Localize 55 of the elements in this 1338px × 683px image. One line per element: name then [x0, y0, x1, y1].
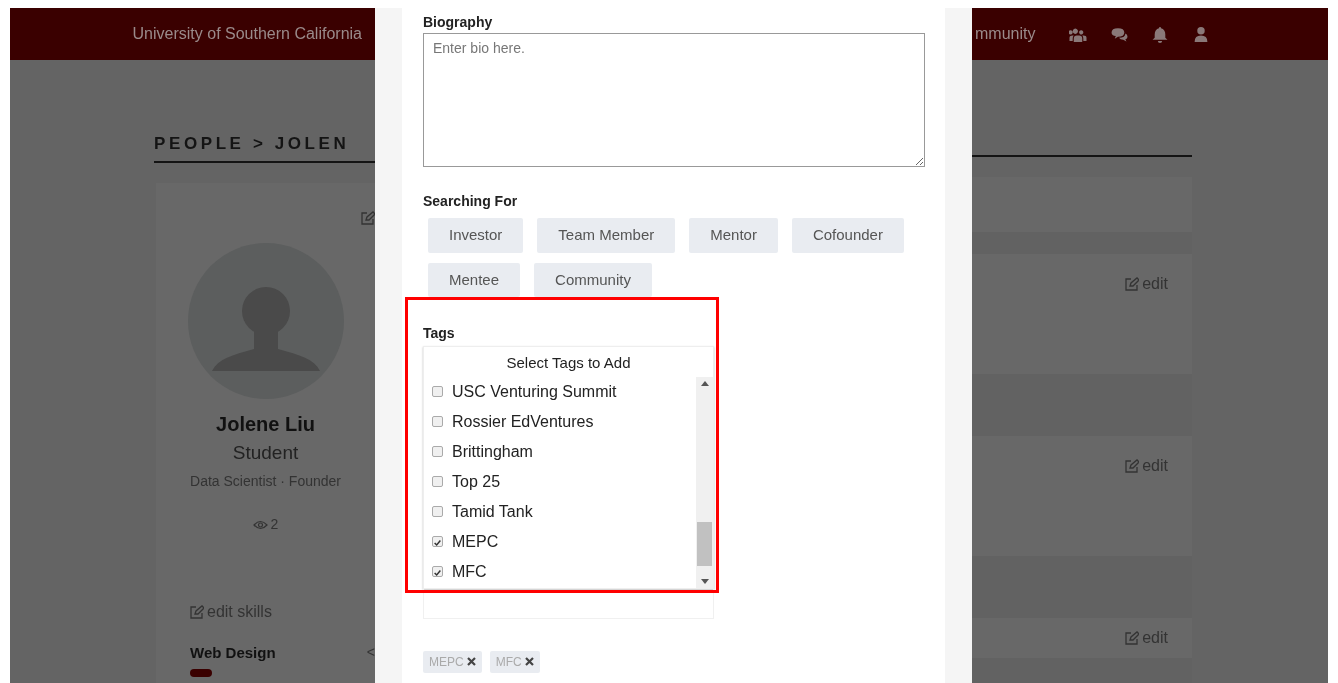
- tag-option[interactable]: MFC: [424, 556, 696, 587]
- checkbox[interactable]: [432, 566, 443, 577]
- checkbox[interactable]: [432, 506, 443, 517]
- dropdown-title: Select Tags to Add: [505, 353, 632, 373]
- option-chip[interactable]: Mentee: [428, 262, 521, 297]
- field-label: Biography: [423, 13, 494, 32]
- chat-bubbles-icon[interactable]: [1110, 25, 1129, 43]
- profile-name: Jolene Liu: [216, 411, 315, 437]
- option-chip[interactable]: Community: [534, 262, 652, 297]
- scrollbar[interactable]: [696, 376, 713, 588]
- tag-text: MEPC: [429, 653, 464, 671]
- tag-label: MFC: [452, 561, 487, 582]
- field-label: Searching For: [423, 192, 519, 211]
- tag-label: Rossier EdVentures: [452, 411, 594, 432]
- edit-icon: [1125, 631, 1140, 645]
- scrollbar-thumb[interactable]: [697, 521, 712, 566]
- eye-icon: [252, 519, 268, 530]
- tag-label: Brittingham: [452, 441, 533, 462]
- tag-option[interactable]: Tamid Tank: [424, 496, 696, 527]
- tag-option[interactable]: Top 25: [424, 466, 696, 497]
- edit-icon: [1125, 459, 1140, 473]
- edit-icon: [190, 605, 204, 619]
- skill-level: <: [366, 643, 375, 662]
- tag-text: MFC: [495, 653, 522, 671]
- checkbox[interactable]: [432, 476, 443, 487]
- tag-label: Tamid Tank: [452, 501, 533, 522]
- option-chip[interactable]: Team Member: [537, 218, 676, 253]
- profile-role: Student: [232, 440, 299, 465]
- option-chip[interactable]: Mentor: [689, 218, 778, 253]
- checkbox[interactable]: [432, 446, 443, 457]
- notification-bell-icon[interactable]: [1151, 25, 1170, 43]
- tag-option[interactable]: USC Venturing Summit: [424, 376, 696, 407]
- tag-label: Top 25: [452, 471, 501, 492]
- tag-search-field[interactable]: [423, 588, 714, 619]
- tag-option[interactable]: Brittingham: [424, 436, 696, 467]
- remove-icon[interactable]: [524, 657, 534, 666]
- tag-label: MEPC: [452, 531, 499, 552]
- field-label: Tags: [423, 324, 456, 343]
- checkbox[interactable]: [432, 536, 443, 547]
- edit-icon: [1125, 277, 1140, 291]
- tag-label: USC Venturing Summit: [452, 381, 617, 402]
- skill-bar: [190, 668, 212, 677]
- tag-option[interactable]: Rossier EdVentures: [424, 406, 696, 437]
- nav-link[interactable]: mmunity: [975, 22, 1036, 46]
- checkbox[interactable]: [432, 416, 443, 427]
- skill-name: Web Design: [190, 643, 276, 663]
- option-chip[interactable]: Investor: [428, 218, 524, 253]
- tag-option[interactable]: MEPC: [424, 526, 696, 557]
- scroll-up-icon[interactable]: [700, 380, 709, 386]
- biography-field[interactable]: Enter bio here.: [423, 33, 925, 167]
- checkbox[interactable]: [432, 386, 443, 397]
- remove-icon[interactable]: [466, 657, 476, 666]
- option-chip[interactable]: Cofounder: [791, 218, 904, 253]
- edit-icon[interactable]: [361, 210, 375, 225]
- scroll-down-icon[interactable]: [700, 578, 709, 584]
